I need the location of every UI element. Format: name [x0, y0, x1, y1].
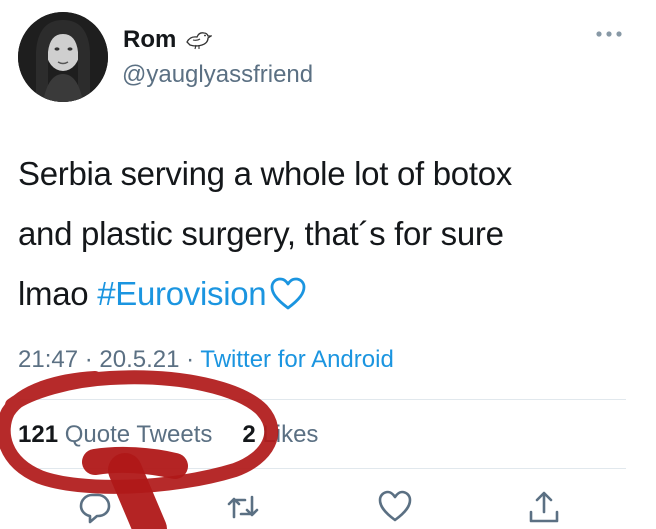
tweet-text: Serbia serving a whole lot of botox and …	[18, 144, 638, 324]
tweet-text-fragment: lmao	[18, 275, 98, 312]
retweet-icon[interactable]	[226, 490, 260, 524]
share-icon[interactable]	[527, 490, 561, 524]
avatar[interactable]	[18, 12, 108, 102]
more-options-icon[interactable]	[594, 28, 624, 40]
meta-separator: ·	[179, 346, 201, 373]
tweet-text-line: Serbia serving a whole lot of botox	[18, 155, 512, 192]
like-icon[interactable]	[378, 490, 412, 524]
hashtag-link[interactable]: #Eurovision	[97, 275, 266, 312]
tweet-text-line: lmao #Eurovision	[18, 264, 638, 324]
tweet-date[interactable]: 20.5.21	[99, 346, 179, 373]
display-name-text: Rom	[123, 26, 177, 53]
tweet-time[interactable]: 21:47	[18, 346, 78, 373]
light-blue-heart-icon	[270, 277, 306, 310]
tweet-meta: 21:47 · 20.5.21 · Twitter for Android	[18, 346, 394, 374]
display-name[interactable]: Rom	[123, 26, 213, 54]
reply-icon[interactable]	[78, 490, 112, 524]
avatar-photo	[18, 12, 108, 102]
tweet-source[interactable]: Twitter for Android	[200, 346, 393, 373]
tweet-text-line: and plastic surgery, that´s for sure	[18, 215, 504, 252]
quote-tweets-label: Quote Tweets	[58, 421, 213, 448]
meta-separator: ·	[78, 346, 100, 373]
likes-link[interactable]: 2 Likes	[242, 421, 318, 448]
quote-tweets-link[interactable]: 121 Quote Tweets	[18, 421, 212, 448]
likes-label: Likes	[255, 421, 319, 448]
divider	[18, 468, 626, 469]
likes-count: 2	[242, 421, 256, 448]
bird-emoji-icon	[186, 32, 213, 50]
user-handle[interactable]: @yauglyassfriend	[122, 61, 313, 89]
tweet-stats: 121 Quote Tweets 2 Likes	[18, 421, 318, 449]
divider	[18, 399, 626, 400]
quote-tweets-count: 121	[18, 421, 59, 448]
